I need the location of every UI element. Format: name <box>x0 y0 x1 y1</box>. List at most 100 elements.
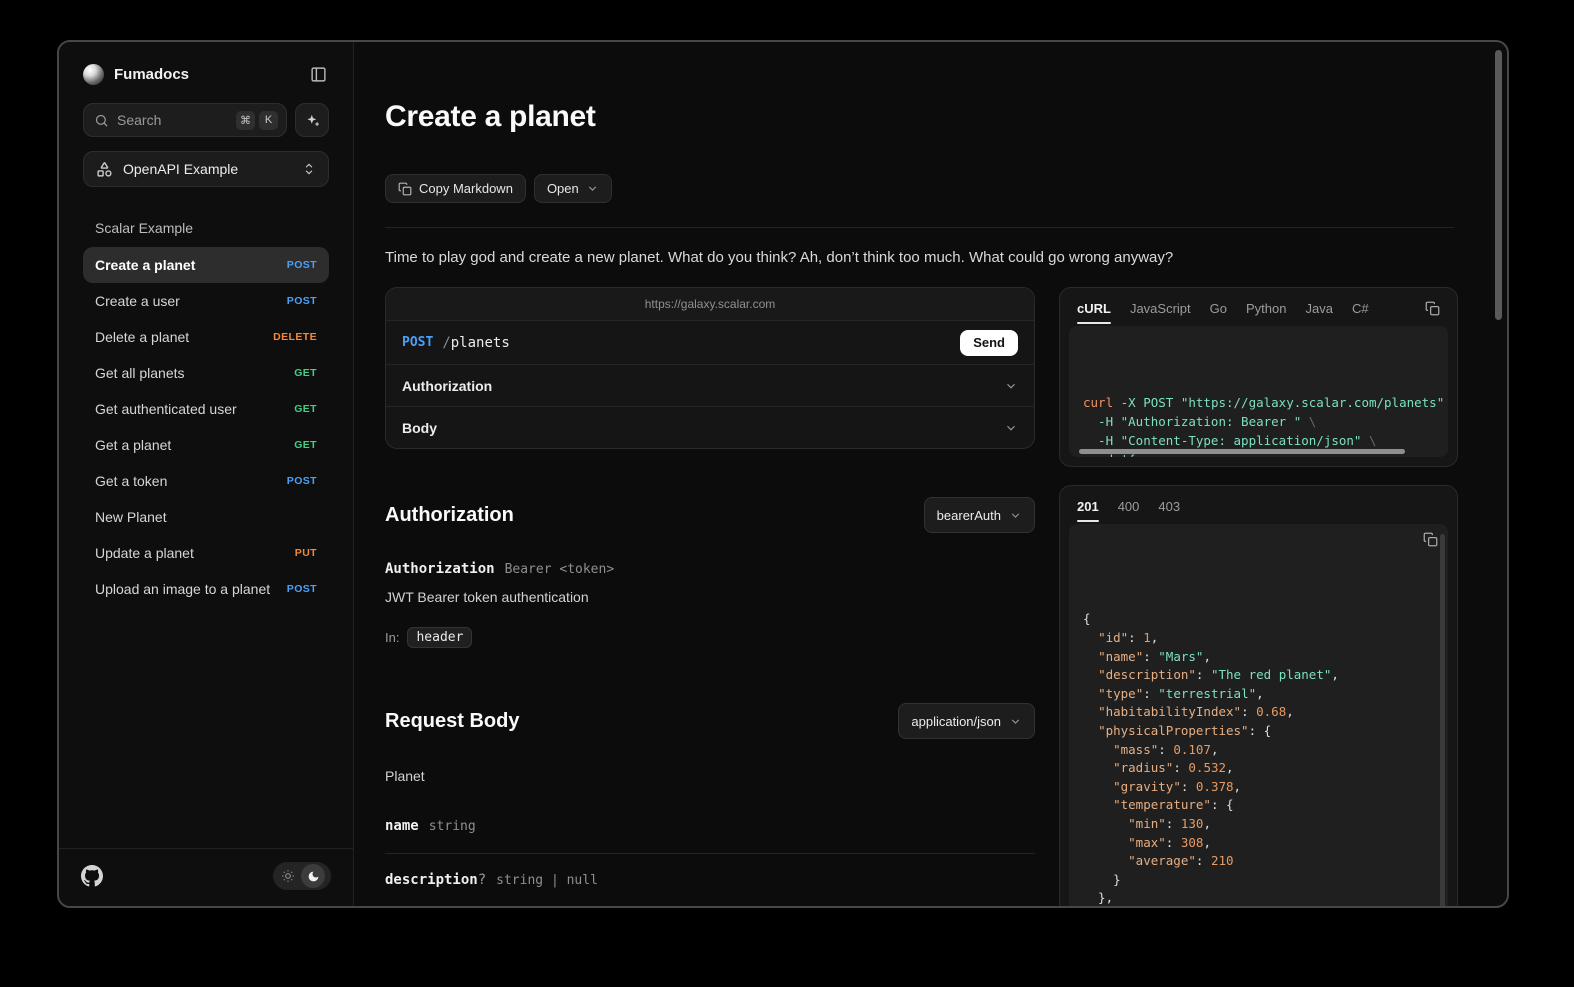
method-badge: POST <box>287 475 317 487</box>
window-scrollbar[interactable] <box>1495 50 1502 320</box>
optional-marker: ? <box>478 872 486 888</box>
auth-field: Authorization Bearer <token> <box>385 561 1035 577</box>
sidebar-item-label: Get a token <box>95 473 287 489</box>
sidebar-item-new-planet[interactable]: New Planet <box>83 499 329 535</box>
search-input[interactable]: Search ⌘K <box>83 103 287 137</box>
sidebar-item-create-a-user[interactable]: Create a userPOST <box>83 283 329 319</box>
sidebar-item-label: Get a planet <box>95 437 294 453</box>
method-badge: PUT <box>295 547 317 559</box>
tab-java[interactable]: Java <box>1305 301 1332 316</box>
copy-icon <box>398 182 412 196</box>
chevron-down-icon <box>1004 379 1018 393</box>
sidebar-item-update-a-planet[interactable]: Update a planetPUT <box>83 535 329 571</box>
sidebar-header: Fumadocs <box>83 60 329 88</box>
code-line: -H "Content-Type: application/json" \ <box>1083 431 1434 450</box>
tab-403[interactable]: 403 <box>1158 499 1180 514</box>
sidebar-item-label: Delete a planet <box>95 329 273 345</box>
sidebar: Fumadocs Search ⌘K <box>59 42 354 906</box>
header-divider <box>385 227 1454 228</box>
github-link[interactable] <box>81 865 103 887</box>
sidebar-nav-items: Create a planetPOSTCreate a userPOSTDele… <box>83 247 329 607</box>
code-line: "max": 308, <box>1083 834 1434 853</box>
method-badge: GET <box>294 403 317 415</box>
sidebar-item-delete-a-planet[interactable]: Delete a planetDELETE <box>83 319 329 355</box>
sparkles-icon <box>304 112 321 129</box>
code-line: { <box>1083 610 1434 629</box>
sidebar-item-label: Create a planet <box>95 257 287 273</box>
tab-python[interactable]: Python <box>1246 301 1286 316</box>
method-badge: POST <box>287 295 317 307</box>
app-window: Fumadocs Search ⌘K <box>57 40 1509 908</box>
brand-title: Fumadocs <box>114 66 298 83</box>
field-type: string | null <box>496 873 598 888</box>
vertical-scrollbar[interactable] <box>1440 534 1445 906</box>
shapes-icon <box>96 161 113 178</box>
horizontal-scrollbar[interactable] <box>1079 449 1405 454</box>
sidebar-nav: Scalar Example Create a planetPOSTCreate… <box>83 214 329 848</box>
authorization-section-header: Authorization bearerAuth <box>385 497 1035 533</box>
auth-field-value: Bearer <token> <box>505 562 615 577</box>
field-name: namestring <box>385 800 1035 853</box>
sidebar-item-label: Get all planets <box>95 365 294 381</box>
code-line: } <box>1083 871 1434 890</box>
content-type-select[interactable]: application/json <box>898 703 1035 739</box>
code-line: }, <box>1083 889 1434 906</box>
api-select-label: OpenAPI Example <box>123 161 292 177</box>
sidebar-item-label: Get authenticated user <box>95 401 294 417</box>
tab-201[interactable]: 201 <box>1077 499 1099 514</box>
copy-markdown-label: Copy Markdown <box>419 181 513 196</box>
tab-400[interactable]: 400 <box>1118 499 1140 514</box>
sidebar-item-get-a-token[interactable]: Get a tokenPOST <box>83 463 329 499</box>
copy-icon <box>1425 301 1440 316</box>
sidebar-item-label: Create a user <box>95 293 287 309</box>
copy-markdown-button[interactable]: Copy Markdown <box>385 174 526 203</box>
code-line: "physicalProperties": { <box>1083 722 1434 741</box>
code-samples-tabbar: cURL JavaScript Go Python Java C# <box>1069 297 1448 326</box>
code-line: "id": 1, <box>1083 629 1434 648</box>
copy-code-button[interactable] <box>1425 301 1440 316</box>
panel-left-icon <box>310 66 327 83</box>
chevron-down-icon <box>1009 509 1022 522</box>
tab-javascript[interactable]: JavaScript <box>1130 301 1191 316</box>
curl-code-block: curl -X POST "https://galaxy.scalar.com/… <box>1069 326 1448 457</box>
content-type-label: application/json <box>911 714 1001 729</box>
auth-scheme-select[interactable]: bearerAuth <box>924 497 1035 533</box>
send-button[interactable]: Send <box>960 330 1018 356</box>
method-badge: GET <box>294 439 317 451</box>
sidebar-collapse-button[interactable] <box>308 64 329 85</box>
code-line: "name": "Mars", <box>1083 648 1434 667</box>
base-url: https://galaxy.scalar.com <box>386 288 1034 321</box>
search-placeholder: Search <box>117 112 228 128</box>
chevron-down-icon <box>1009 715 1022 728</box>
ai-search-button[interactable] <box>295 103 329 137</box>
tab-c[interactable]: C# <box>1352 301 1369 316</box>
in-label: In: <box>385 630 399 645</box>
tab-go[interactable]: Go <box>1210 301 1227 316</box>
code-line: "type": "terrestrial", <box>1083 685 1434 704</box>
path-label: /planets <box>442 335 509 351</box>
sidebar-item-label: Upload an image to a planet <box>95 581 287 597</box>
copy-response-button[interactable] <box>1423 532 1438 547</box>
sidebar-item-upload-an-image-to-a-planet[interactable]: Upload an image to a planetPOST <box>83 571 329 607</box>
tab-curl[interactable]: cURL <box>1077 301 1111 316</box>
sidebar-item-create-a-planet[interactable]: Create a planetPOST <box>83 247 329 283</box>
chevron-down-icon <box>586 182 599 195</box>
main-content: Create a planet Copy Markdown Open Time … <box>354 42 1507 906</box>
sidebar-item-get-authenticated-user[interactable]: Get authenticated userGET <box>83 391 329 427</box>
code-line: "average": 210 <box>1083 852 1434 871</box>
theme-toggle[interactable] <box>273 862 331 890</box>
api-select[interactable]: OpenAPI Example <box>83 151 329 187</box>
open-button[interactable]: Open <box>534 174 612 203</box>
auth-field-name: Authorization <box>385 561 495 577</box>
sidebar-item-get-all-planets[interactable]: Get all planetsGET <box>83 355 329 391</box>
playground-authorization-row[interactable]: Authorization <box>386 364 1034 406</box>
playground-body-row[interactable]: Body <box>386 406 1034 448</box>
kbd-: ⌘ <box>236 111 255 130</box>
response-code-block: { "id": 1, "name": "Mars", "description"… <box>1069 524 1448 906</box>
code-line: "mass": 0.107, <box>1083 741 1434 760</box>
github-icon <box>81 865 103 887</box>
page-title: Create a planet <box>385 99 1454 135</box>
nav-section-label: Scalar Example <box>83 214 329 241</box>
sidebar-item-get-a-planet[interactable]: Get a planetGET <box>83 427 329 463</box>
page-actions: Copy Markdown Open <box>385 174 1454 203</box>
